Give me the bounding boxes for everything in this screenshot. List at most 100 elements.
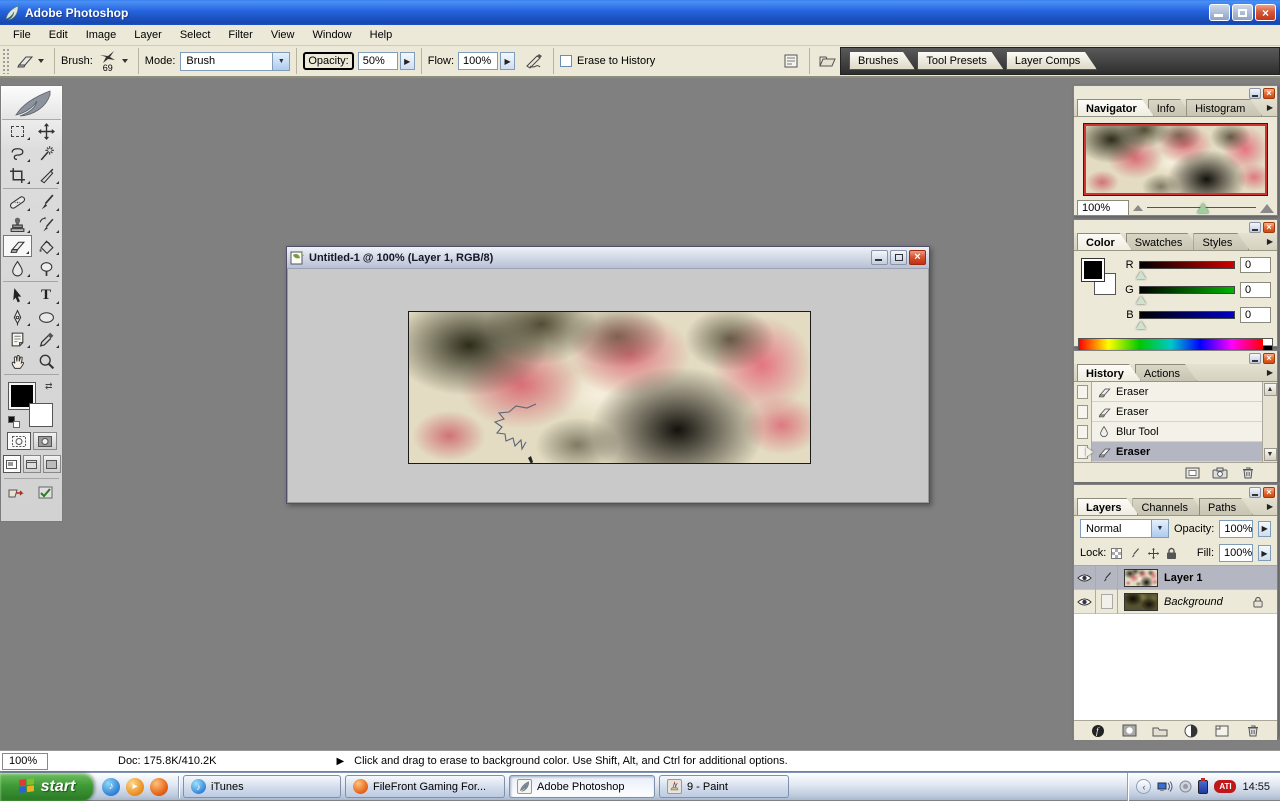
menu-filter[interactable]: Filter xyxy=(219,26,261,44)
panel-menu-icon[interactable]: ▶ xyxy=(1267,502,1273,511)
tool-type[interactable]: T xyxy=(32,284,61,306)
layer-thumbnail[interactable] xyxy=(1124,568,1158,587)
fill-spinner[interactable]: ▶ xyxy=(1258,545,1271,561)
tray-chevron-icon[interactable]: ‹ xyxy=(1136,779,1152,794)
delete-state-button[interactable] xyxy=(1239,466,1257,480)
new-layer-button[interactable] xyxy=(1213,724,1231,738)
tool-zoom[interactable] xyxy=(32,350,61,372)
menu-file[interactable]: File xyxy=(4,26,40,44)
lock-position-icon[interactable] xyxy=(1147,547,1160,560)
panel-close-button[interactable]: × xyxy=(1263,87,1275,99)
opacity-control[interactable]: Opacity: xyxy=(303,52,354,70)
red-slider-thumb[interactable] xyxy=(1135,271,1146,279)
battery-icon[interactable] xyxy=(1198,777,1209,794)
default-colors-icon[interactable] xyxy=(7,416,20,428)
menu-view[interactable]: View xyxy=(262,26,304,44)
menu-select[interactable]: Select xyxy=(171,26,220,44)
red-slider[interactable] xyxy=(1135,261,1235,279)
tab-color[interactable]: Color xyxy=(1077,233,1132,250)
status-menu-arrow-icon[interactable]: ▶ xyxy=(336,756,344,767)
blue-slider[interactable] xyxy=(1135,311,1235,329)
tab-layers[interactable]: Layers xyxy=(1077,498,1138,515)
lock-transparency-icon[interactable] xyxy=(1111,547,1123,559)
panel-minimize-button[interactable] xyxy=(1249,221,1261,233)
restore-button[interactable] xyxy=(1232,4,1253,21)
mode-dropdown-icon[interactable]: ▼ xyxy=(272,52,290,70)
file-browser-button[interactable] xyxy=(779,50,803,72)
delete-layer-button[interactable] xyxy=(1244,724,1262,738)
blend-mode-combobox[interactable]: Normal ▼ xyxy=(1080,519,1169,538)
blue-slider-thumb[interactable] xyxy=(1135,321,1146,329)
menu-image[interactable]: Image xyxy=(77,26,126,44)
scroll-up-icon[interactable]: ▲ xyxy=(1263,383,1277,396)
tool-pen[interactable] xyxy=(3,306,32,328)
mode-combobox[interactable]: Brush ▼ xyxy=(180,51,291,71)
options-grip[interactable] xyxy=(2,48,9,74)
airbrush-button[interactable] xyxy=(523,50,547,72)
menu-edit[interactable]: Edit xyxy=(40,26,77,44)
doc-minimize-button[interactable] xyxy=(871,250,888,265)
new-snapshot-button[interactable] xyxy=(1211,466,1229,480)
green-slider-thumb[interactable] xyxy=(1135,296,1146,304)
paint-indicator[interactable] xyxy=(1096,565,1118,590)
document-size-readout[interactable]: Doc: 175.8K/410.2K xyxy=(118,755,216,767)
quicklaunch-firefox-icon[interactable] xyxy=(150,777,168,796)
menu-layer[interactable]: Layer xyxy=(125,26,171,44)
zoom-in-icon[interactable] xyxy=(1260,203,1274,213)
tool-blur[interactable] xyxy=(3,257,32,279)
history-item[interactable]: Eraser xyxy=(1074,381,1277,402)
background-color-swatch[interactable] xyxy=(28,403,53,427)
history-scrollbar[interactable]: ▲ ▼ xyxy=(1262,382,1277,462)
tool-clone-stamp[interactable] xyxy=(3,213,32,235)
close-button[interactable]: × xyxy=(1255,4,1276,21)
tool-slice[interactable] xyxy=(32,164,61,186)
brush-preset-picker[interactable]: 69 xyxy=(93,47,132,75)
layer-name[interactable]: Layer 1 xyxy=(1164,572,1277,584)
history-source-checkbox[interactable] xyxy=(1074,401,1092,422)
quicklaunch-itunes-icon[interactable]: ♪ xyxy=(102,777,120,796)
fill-input[interactable]: 100% xyxy=(1219,544,1253,562)
network-icon[interactable] xyxy=(1157,780,1173,794)
layers-opacity-spinner[interactable]: ▶ xyxy=(1258,520,1271,537)
slider-thumb[interactable] xyxy=(1197,203,1210,213)
green-slider[interactable] xyxy=(1135,286,1235,304)
canvas-image[interactable] xyxy=(408,311,811,464)
menu-help[interactable]: Help xyxy=(361,26,402,44)
tool-history-brush[interactable] xyxy=(32,213,61,235)
tool-move[interactable] xyxy=(32,120,61,142)
new-group-button[interactable] xyxy=(1151,724,1169,738)
screen-mode-fullmenu-button[interactable] xyxy=(22,455,41,473)
tool-lasso[interactable] xyxy=(3,142,32,164)
blue-value-input[interactable]: 0 xyxy=(1239,307,1271,323)
zoom-out-icon[interactable] xyxy=(1133,205,1143,211)
panel-minimize-button[interactable] xyxy=(1249,87,1261,99)
add-layer-mask-button[interactable] xyxy=(1120,724,1138,738)
tool-crop[interactable] xyxy=(3,164,32,186)
tool-marquee[interactable] xyxy=(3,120,32,142)
well-tab-brushes[interactable]: Brushes xyxy=(849,51,915,70)
tool-eraser-selected[interactable] xyxy=(2,235,32,257)
well-tab-layer-comps[interactable]: Layer Comps xyxy=(1006,51,1097,70)
tab-history[interactable]: History xyxy=(1077,364,1141,381)
tool-notes[interactable] xyxy=(3,328,32,350)
panel-menu-icon[interactable]: ▶ xyxy=(1267,237,1273,246)
tool-hand[interactable] xyxy=(3,350,32,372)
doc-maximize-button[interactable] xyxy=(890,250,907,265)
start-button[interactable]: start xyxy=(0,772,94,801)
taskbar-button-paint[interactable]: 9 - Paint xyxy=(659,775,789,798)
flow-spinner-button[interactable]: ▶ xyxy=(500,52,516,70)
red-value-input[interactable]: 0 xyxy=(1239,257,1271,273)
taskbar-button-filefront[interactable]: FileFront Gaming For... xyxy=(345,775,505,798)
blend-mode-dropdown-icon[interactable]: ▼ xyxy=(1151,520,1168,537)
panel-close-button[interactable]: × xyxy=(1263,352,1275,364)
minimize-button[interactable] xyxy=(1209,4,1230,21)
layer-row-layer1[interactable]: Layer 1 xyxy=(1074,565,1277,590)
history-item[interactable]: Eraser xyxy=(1074,401,1277,422)
tab-info[interactable]: Info xyxy=(1148,99,1192,116)
tab-swatches[interactable]: Swatches xyxy=(1126,233,1200,250)
jump-to-imageready-button[interactable] xyxy=(6,484,32,502)
tool-brush[interactable] xyxy=(32,191,61,213)
panel-minimize-button[interactable] xyxy=(1249,486,1261,498)
tool-dodge[interactable] xyxy=(32,257,61,279)
tool-magic-wand[interactable] xyxy=(32,142,61,164)
